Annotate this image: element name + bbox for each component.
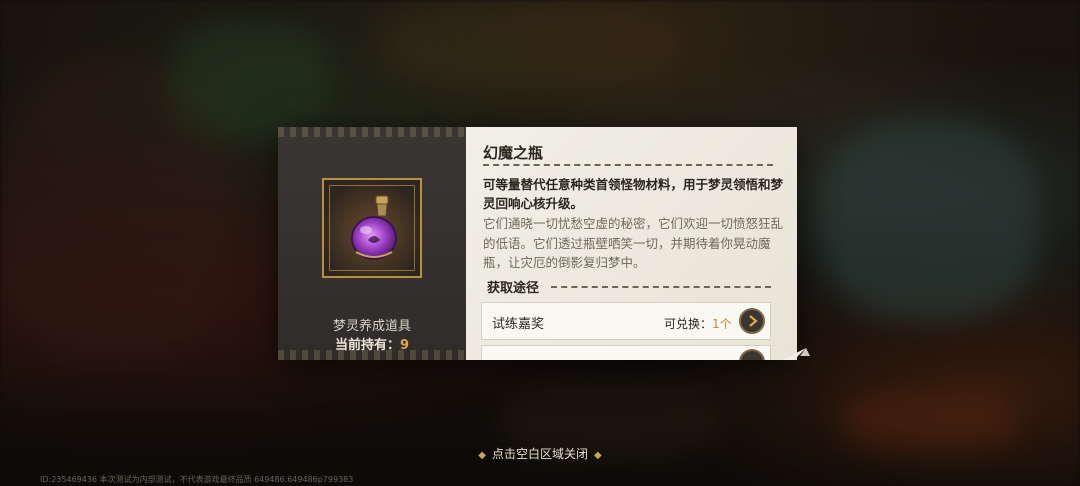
title-divider: [483, 164, 773, 166]
item-preview-panel: 梦灵养成道具 当前持有：9: [278, 127, 468, 360]
footer-build-id: ID:235469436 本次测试为内部测试，不代表游戏最终品质 649486.…: [40, 475, 354, 484]
source-item-trial-reward[interactable]: 试练嘉奖 可兑换：1个: [481, 302, 771, 340]
go-to-source-button[interactable]: [739, 349, 765, 360]
item-flavor-text: 它们通晓一切忧愁空虚的秘密，它们欢迎一切愤怒狂乱的低语。它们透过瓶壁哂笑一切，并…: [483, 216, 784, 270]
diamond-icon: ◆: [478, 450, 486, 461]
item-type-label: 梦灵养成道具: [332, 319, 411, 334]
purple-potion-bottle-icon: [351, 195, 397, 260]
source-exchange: 可兑换：1个: [664, 315, 732, 332]
close-hint-text: 点击空白区域关闭: [491, 447, 588, 461]
item-icon-frame: [322, 178, 422, 278]
paper-corner-icon: [782, 348, 810, 360]
item-description: 可等量替代任意种类首领怪物材料，用于梦灵领悟和梦灵回响心核升级。: [483, 177, 784, 211]
item-info-panel: 幻魔之瓶 可等量替代任意种类首领怪物材料，用于梦灵领悟和梦灵回响心核升级。 它们…: [466, 127, 797, 360]
sources-divider: [551, 286, 771, 288]
diamond-icon: ◆: [594, 450, 602, 461]
panel-top-decoration: [278, 127, 466, 137]
sources-heading: 获取途径: [487, 281, 540, 296]
close-hint: ◆ 点击空白区域关闭 ◆: [0, 445, 1080, 462]
chevron-right-icon: [749, 315, 758, 327]
exchange-label: 可兑换：: [664, 317, 713, 331]
go-to-source-button[interactable]: [739, 308, 765, 334]
item-detail-popup: 梦灵养成道具 当前持有：9 幻魔之瓶 可等量替代任意种类首领怪物材料，用于梦灵领…: [278, 127, 797, 360]
exchange-qty: 1个: [712, 317, 732, 331]
item-name: 幻魔之瓶: [483, 144, 544, 162]
panel-bottom-decoration: [278, 350, 466, 360]
source-name: 试练嘉奖: [492, 317, 545, 332]
source-item-partial[interactable]: [481, 345, 771, 360]
